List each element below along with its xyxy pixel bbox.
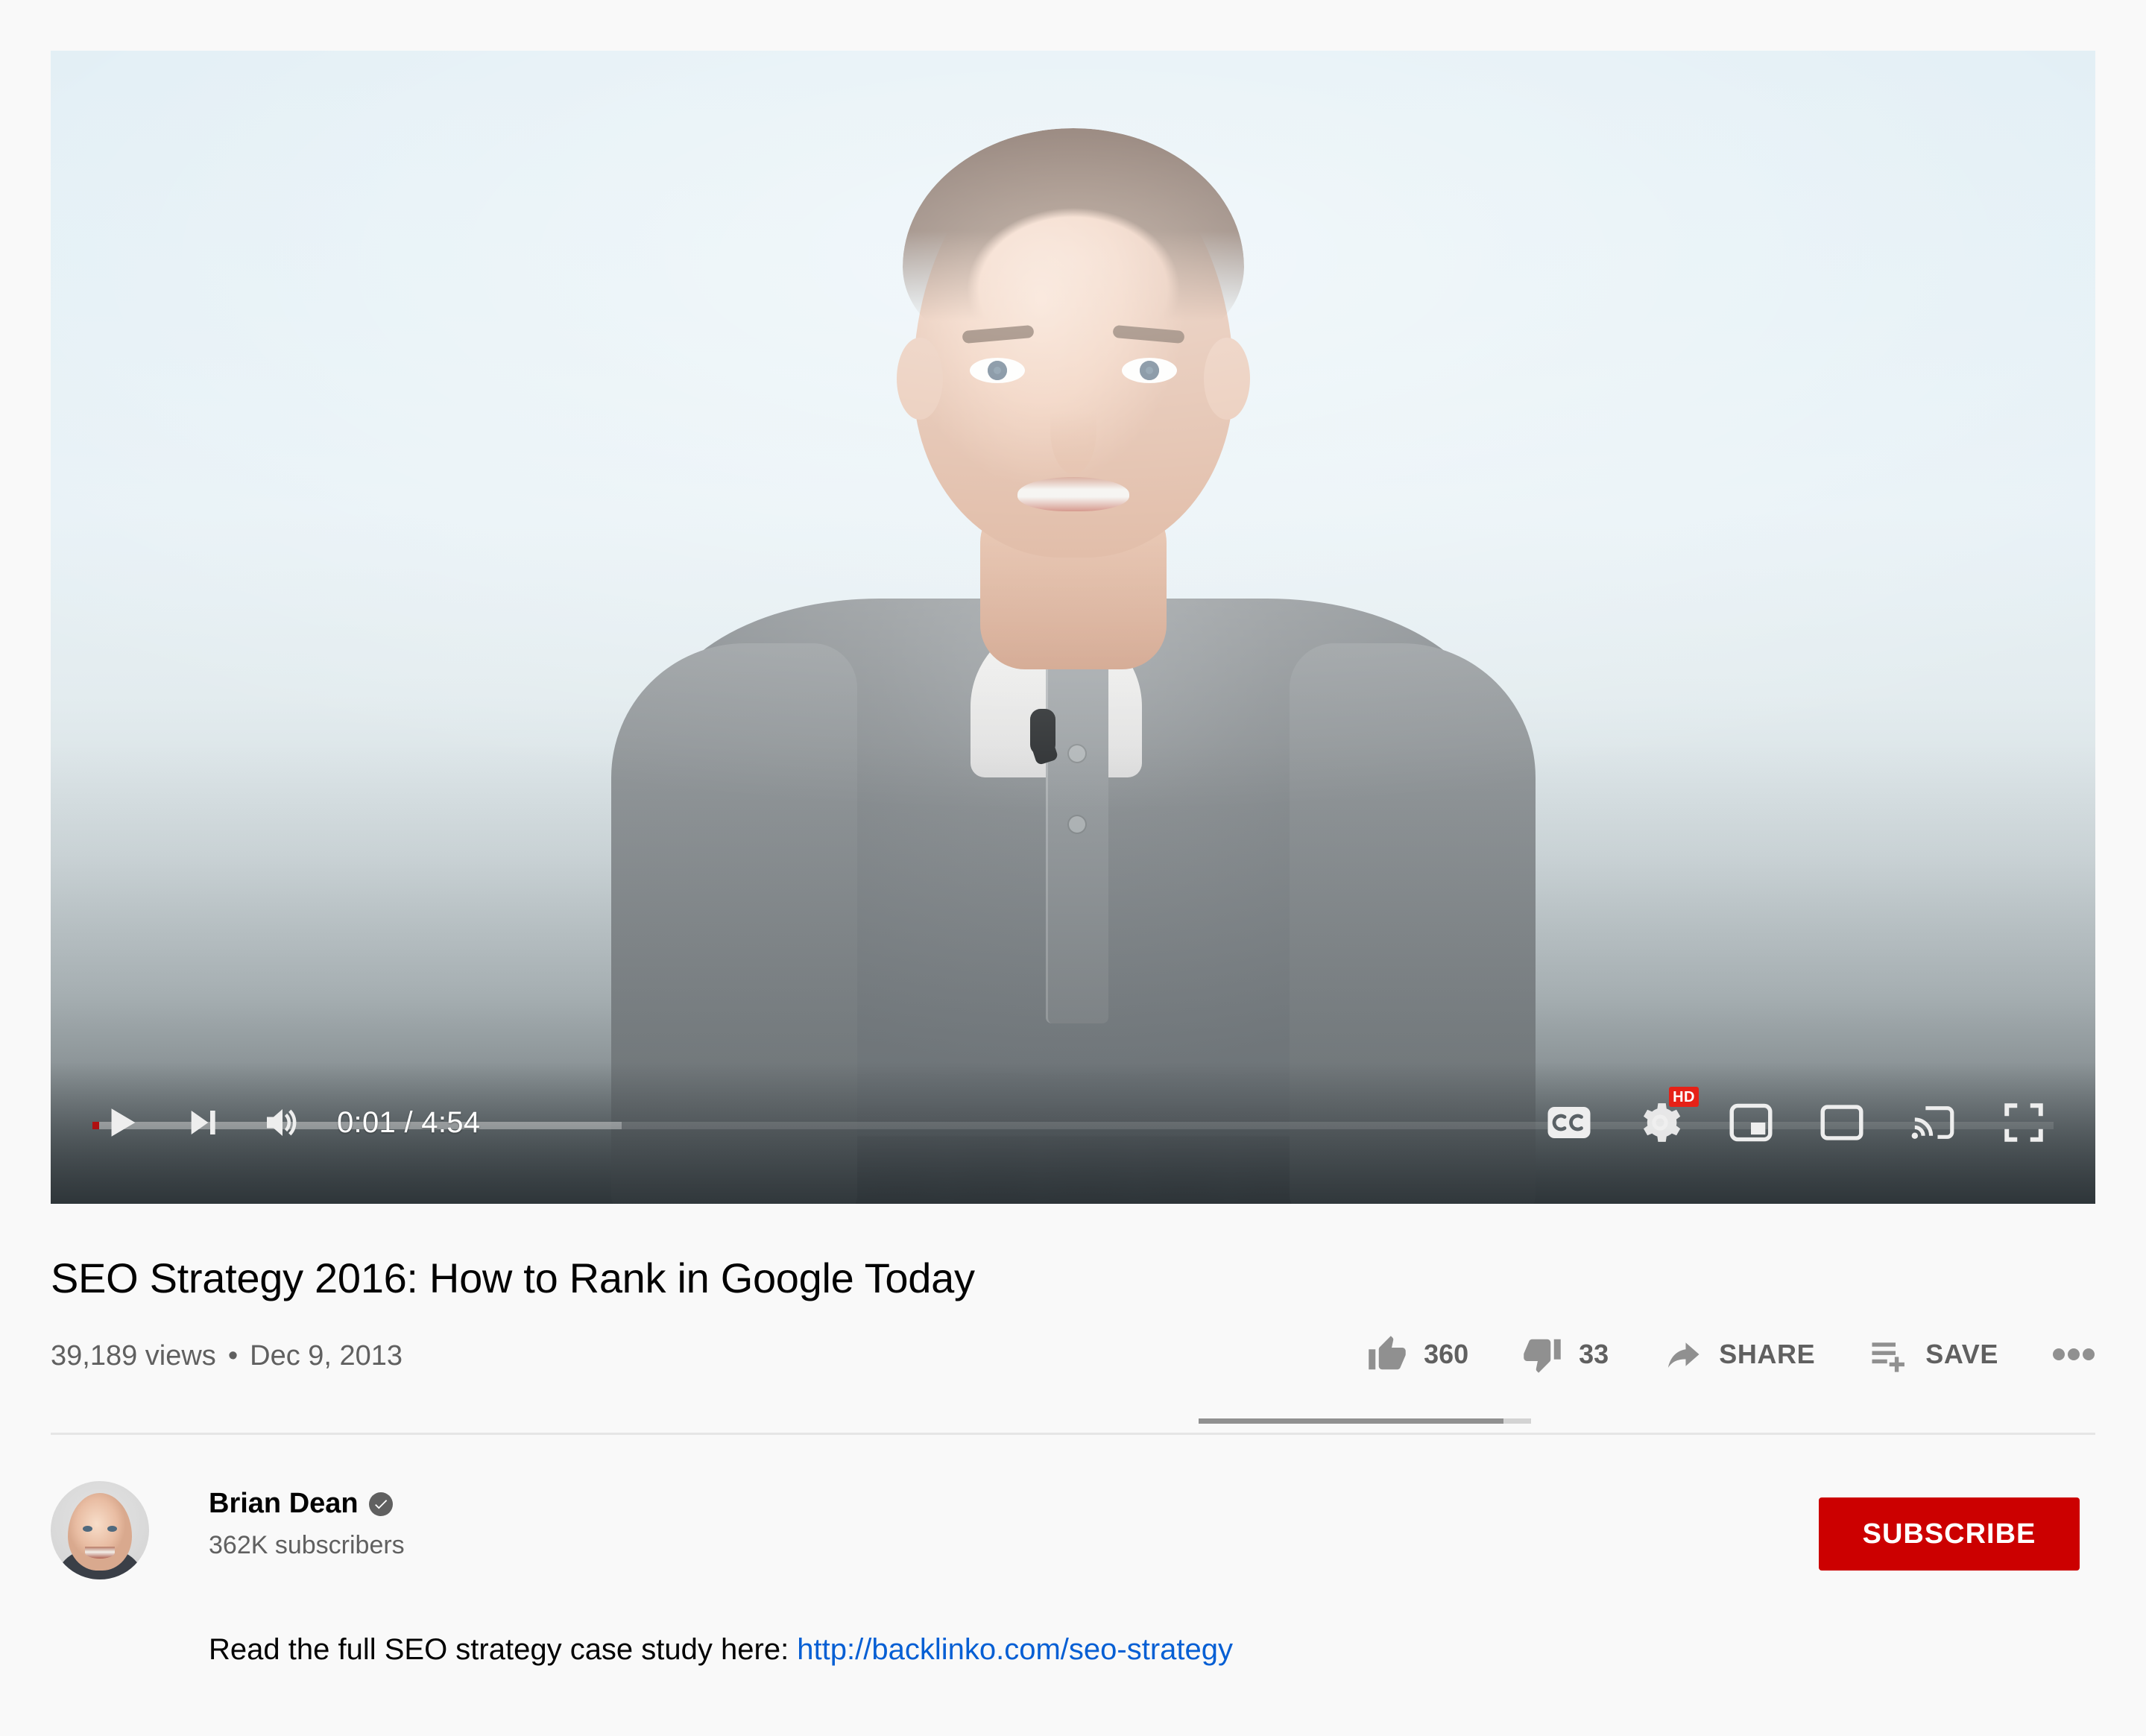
like-ratio-bar: [1199, 1418, 1531, 1424]
video-actions: 360 33 SHARE SAVE: [1367, 1334, 2095, 1374]
channel-name[interactable]: Brian Dean: [209, 1488, 393, 1520]
thumbs-up-icon: [1369, 1336, 1406, 1370]
save-playlist-icon: [1872, 1342, 1905, 1372]
video-title: SEO Strategy 2016: How to Rank in Google…: [51, 1254, 975, 1301]
like-button[interactable]: 360: [1367, 1334, 1468, 1374]
subscriber-count: 362K subscribers: [209, 1531, 405, 1559]
avatar-face: [68, 1493, 132, 1571]
volume-button[interactable]: [246, 1088, 315, 1157]
video-frame[interactable]: [51, 51, 2095, 1204]
time-display: 0:01 / 4:54: [337, 1105, 481, 1139]
more-actions-button[interactable]: [2052, 1346, 2095, 1363]
fullscreen-icon: [2004, 1103, 2043, 1142]
avatar-smile: [85, 1547, 115, 1559]
theater-button[interactable]: [1808, 1088, 1876, 1157]
miniplayer-button[interactable]: [1717, 1088, 1785, 1157]
save-label: SAVE: [1925, 1339, 1998, 1369]
player-controls-left: 0:01 / 4:54: [88, 1088, 480, 1157]
next-icon: [191, 1111, 215, 1134]
channel-name-text: Brian Dean: [209, 1488, 359, 1519]
cast-icon: [1911, 1106, 1954, 1139]
subscribe-button[interactable]: SUBSCRIBE: [1819, 1497, 2080, 1571]
dislike-count: 33: [1579, 1339, 1609, 1369]
fullscreen-button[interactable]: [1989, 1088, 2058, 1157]
like-ratio-fill: [1199, 1418, 1503, 1424]
settings-button[interactable]: HD: [1626, 1087, 1699, 1157]
description-text: Read the full SEO strategy case study he…: [209, 1633, 798, 1666]
thumbs-down-icon: [1524, 1339, 1561, 1373]
volume-icon: [267, 1109, 297, 1136]
hd-badge: HD: [1669, 1087, 1699, 1107]
channel-avatar[interactable]: [51, 1481, 149, 1579]
section-divider: [51, 1433, 2095, 1435]
more-horizontal-icon: [2053, 1348, 2095, 1360]
captions-icon: [1547, 1107, 1591, 1138]
video-description: Read the full SEO strategy case study he…: [209, 1633, 1233, 1667]
player-controls[interactable]: 0:01 / 4:54 HD: [51, 1062, 2095, 1204]
captions-button[interactable]: [1535, 1088, 1603, 1157]
next-button[interactable]: [167, 1088, 236, 1157]
video-vignette: [51, 51, 2095, 1204]
play-button[interactable]: [88, 1088, 157, 1157]
description-link[interactable]: http://backlinko.com/seo-strategy: [797, 1633, 1233, 1666]
share-button[interactable]: SHARE: [1662, 1334, 1815, 1374]
avatar-eye-left: [83, 1526, 92, 1532]
avatar-eye-right: [107, 1526, 117, 1532]
play-icon: [111, 1108, 136, 1137]
like-count: 360: [1424, 1339, 1469, 1369]
video-meta: 39,189 views • Dec 9, 2013: [51, 1340, 403, 1372]
share-icon: [1668, 1342, 1700, 1368]
verified-badge-icon: [368, 1492, 393, 1516]
dislike-button[interactable]: 33: [1522, 1334, 1609, 1374]
video-player[interactable]: 0:01 / 4:54 HD: [51, 51, 2095, 1204]
save-button[interactable]: SAVE: [1869, 1334, 1998, 1374]
youtube-watch-page: 0:01 / 4:54 HD SEO Strategy 2016: How to…: [0, 0, 2146, 1736]
player-controls-right: HD: [1535, 1087, 2058, 1157]
cast-button[interactable]: [1899, 1088, 1967, 1157]
theater-icon: [1820, 1105, 1863, 1140]
meta-separator: •: [227, 1340, 239, 1372]
share-label: SHARE: [1719, 1339, 1816, 1369]
view-count: 39,189 views: [51, 1340, 216, 1372]
check-icon: [374, 1499, 387, 1509]
miniplayer-icon: [1729, 1103, 1773, 1142]
publish-date: Dec 9, 2013: [250, 1340, 403, 1372]
